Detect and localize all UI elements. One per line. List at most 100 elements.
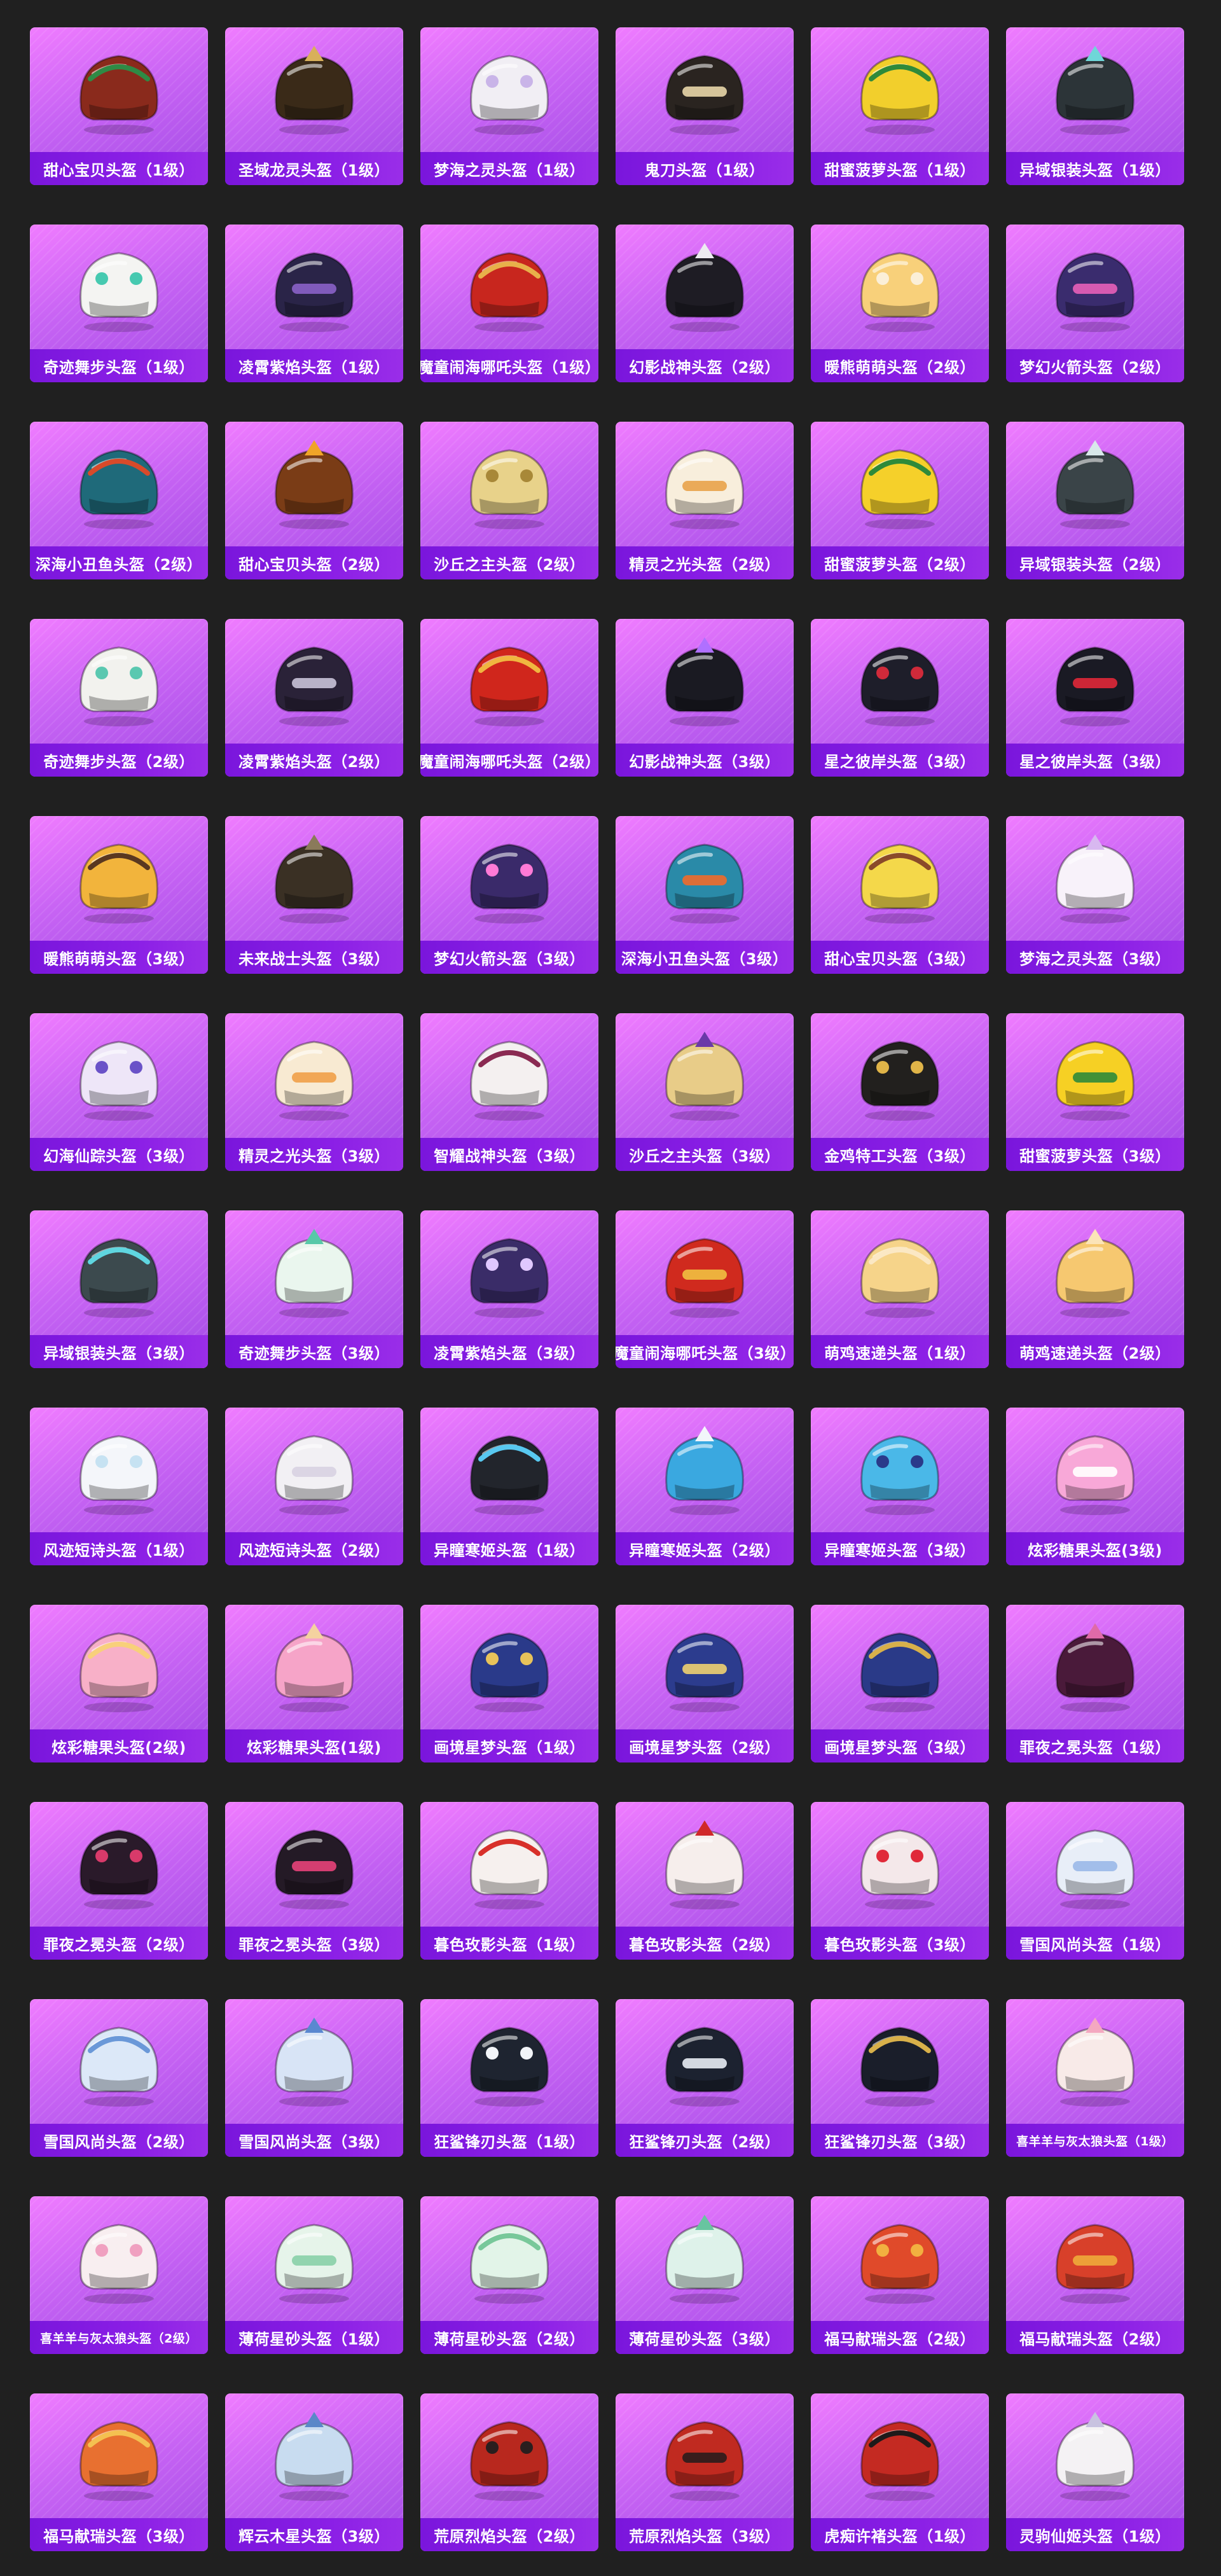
helmet-name: 福马献瑞头盔（3级） [43,2527,195,2545]
helmet-label-bar: 荒原烈焰头盔（2级） [420,2518,598,2551]
helmet-card[interactable]: 甜心宝贝头盔（1级） [30,27,208,185]
helmet-card[interactable]: 星之彼岸头盔（3级） [1006,619,1184,777]
helmet-label-bar: 罪夜之冕头盔（2级） [30,1927,208,1960]
helmet-card[interactable]: 甜蜜菠萝头盔（1级） [811,27,989,185]
helmet-card[interactable]: 精灵之光头盔（2级） [616,422,794,579]
helmet-card[interactable]: 未来战士头盔（3级） [225,816,403,974]
helmet-card[interactable]: 深海小丑鱼头盔（3级） [616,816,794,974]
helmet-card[interactable]: 风迹短诗头盔（1级） [30,1408,208,1565]
helmet-card[interactable]: 梦海之灵头盔（1级） [420,27,598,185]
helmet-card[interactable]: 喜羊羊与灰太狼头盔（2级） [30,2196,208,2354]
helmet-card[interactable]: 梦幻火箭头盔（3级） [420,816,598,974]
helmet-card[interactable]: 奇迹舞步头盔（3级） [225,1210,403,1368]
helmet-card[interactable]: 圣域龙灵头盔（1级） [225,27,403,185]
helmet-card[interactable]: 风迹短诗头盔（2级） [225,1408,403,1565]
helmet-card[interactable]: 甜心宝贝头盔（2级） [225,422,403,579]
helmet-card[interactable]: 梦幻火箭头盔（2级） [1006,225,1184,382]
helmet-card[interactable]: 薄荷星砂头盔（1级） [225,2196,403,2354]
helmet-card[interactable]: 炫彩糖果头盔(2级) [30,1605,208,1762]
helmet-image [30,1408,208,1532]
helmet-name: 暮色玫影头盔（2级） [629,1935,780,1954]
helmet-card[interactable]: 异瞳寒姬头盔（1级） [420,1408,598,1565]
helmet-card[interactable]: 狂鲨锋刃头盔（3级） [811,1999,989,2157]
helmet-card[interactable]: 幻海仙踪头盔（3级） [30,1013,208,1171]
helmet-card[interactable]: 喜羊羊与灰太狼头盔（1级） [1006,1999,1184,2157]
helmet-card[interactable]: 福马献瑞头盔（2级） [1006,2196,1184,2354]
helmet-card[interactable]: 甜心宝贝头盔（3级） [811,816,989,974]
helmet-card[interactable]: 暮色玫影头盔（2级） [616,1802,794,1960]
helmet-card[interactable]: 精灵之光头盔（3级） [225,1013,403,1171]
helmet-card[interactable]: 薄荷星砂头盔（3级） [616,2196,794,2354]
helmet-card[interactable]: 辉云木星头盔（3级） [225,2393,403,2551]
helmet-card[interactable]: 魔童闹海哪吒头盔（1级） [420,225,598,382]
helmet-card[interactable]: 罪夜之冕头盔（2级） [30,1802,208,1960]
helmet-card[interactable]: 智耀战神头盔（3级） [420,1013,598,1171]
helmet-card[interactable]: 狂鲨锋刃头盔（2级） [616,1999,794,2157]
helmet-card[interactable]: 鬼刀头盔（1级） [616,27,794,185]
helmet-card[interactable]: 甜蜜菠萝头盔（2级） [811,422,989,579]
helmet-card[interactable]: 灵驹仙姬头盔（1级） [1006,2393,1184,2551]
helmet-card[interactable]: 萌鸡速递头盔（2级） [1006,1210,1184,1368]
helmet-name: 风迹短诗头盔（2级） [238,1541,390,1560]
helmet-card[interactable]: 异域银装头盔（2级） [1006,422,1184,579]
helmet-name: 幻影战神头盔（3级） [629,752,780,771]
helmet-card[interactable]: 福马献瑞头盔（2级） [811,2196,989,2354]
helmet-label-bar: 异瞳寒姬头盔（1级） [420,1532,598,1565]
helmet-card[interactable]: 沙丘之主头盔（2级） [420,422,598,579]
helmet-card[interactable]: 虎痴许褚头盔（1级） [811,2393,989,2551]
helmet-name: 暖熊萌萌头盔（3级） [43,950,195,968]
helmet-card[interactable]: 凌霄紫焰头盔（2级） [225,619,403,777]
helmet-image [1006,1802,1184,1927]
helmet-card[interactable]: 狂鲨锋刃头盔（1级） [420,1999,598,2157]
helmet-card[interactable]: 异瞳寒姬头盔（3级） [811,1408,989,1565]
helmet-card[interactable]: 罪夜之冕头盔（1级） [1006,1605,1184,1762]
helmet-image [616,27,794,152]
helmet-card[interactable]: 薄荷星砂头盔（2级） [420,2196,598,2354]
helmet-card[interactable]: 异域银装头盔（1级） [1006,27,1184,185]
helmet-card[interactable]: 荒原烈焰头盔（2级） [420,2393,598,2551]
helmet-card[interactable]: 雪国风尚头盔（2级） [30,1999,208,2157]
helmet-card[interactable]: 炫彩糖果头盔(1级) [225,1605,403,1762]
helmet-card[interactable]: 凌霄紫焰头盔（1级） [225,225,403,382]
helmet-card[interactable]: 异域银装头盔（3级） [30,1210,208,1368]
helmet-label-bar: 甜心宝贝头盔（3级） [811,941,989,974]
helmet-card[interactable]: 炫彩糖果头盔(3级) [1006,1408,1184,1565]
helmet-card[interactable]: 暖熊萌萌头盔（2级） [811,225,989,382]
helmet-card[interactable]: 凌霄紫焰头盔（3级） [420,1210,598,1368]
helmet-card[interactable]: 暮色玫影头盔（3级） [811,1802,989,1960]
helmet-card[interactable]: 画境星梦头盔（2级） [616,1605,794,1762]
helmet-card[interactable]: 暮色玫影头盔（1级） [420,1802,598,1960]
helmet-name: 炫彩糖果头盔(2级) [52,1738,186,1757]
helmet-label-bar: 风迹短诗头盔（1级） [30,1532,208,1565]
helmet-card[interactable]: 萌鸡速递头盔（1级） [811,1210,989,1368]
helmet-icon [665,2421,744,2501]
helmet-card[interactable]: 魔童闹海哪吒头盔（2级） [420,619,598,777]
helmet-card[interactable]: 奇迹舞步头盔（1级） [30,225,208,382]
helmet-label-bar: 星之彼岸头盔（3级） [1006,744,1184,777]
helmet-name: 凌霄紫焰头盔（2级） [238,752,390,771]
helmet-card[interactable]: 荒原烈焰头盔（3级） [616,2393,794,2551]
helmet-card[interactable]: 星之彼岸头盔（3级） [811,619,989,777]
helmet-icon [1056,2224,1135,2304]
helmet-card[interactable]: 幻影战神头盔（3级） [616,619,794,777]
helmet-card[interactable]: 魔童闹海哪吒头盔（3级） [616,1210,794,1368]
helmet-card[interactable]: 画境星梦头盔（1级） [420,1605,598,1762]
helmet-card[interactable]: 罪夜之冕头盔（3级） [225,1802,403,1960]
helmet-name: 荒原烈焰头盔（3级） [629,2527,780,2545]
helmet-card[interactable]: 异瞳寒姬头盔（2级） [616,1408,794,1565]
helmet-card[interactable]: 梦海之灵头盔（3级） [1006,816,1184,974]
helmet-card[interactable]: 福马献瑞头盔（3级） [30,2393,208,2551]
helmet-card[interactable]: 雪国风尚头盔（1级） [1006,1802,1184,1960]
helmet-card[interactable]: 沙丘之主头盔（3级） [616,1013,794,1171]
helmet-card[interactable]: 奇迹舞步头盔（2级） [30,619,208,777]
helmet-card[interactable]: 幻影战神头盔（2级） [616,225,794,382]
helmet-card[interactable]: 深海小丑鱼头盔（2级） [30,422,208,579]
helmet-card[interactable]: 甜蜜菠萝头盔（3级） [1006,1013,1184,1171]
helmet-card[interactable]: 金鸡特工头盔（3级） [811,1013,989,1171]
helmet-card[interactable]: 暖熊萌萌头盔（3级） [30,816,208,974]
helmet-label-bar: 萌鸡速递头盔（1级） [811,1335,989,1368]
helmet-image [616,1210,794,1335]
helmet-card[interactable]: 画境星梦头盔（3级） [811,1605,989,1762]
helmet-image [30,422,208,546]
helmet-card[interactable]: 雪国风尚头盔（3级） [225,1999,403,2157]
